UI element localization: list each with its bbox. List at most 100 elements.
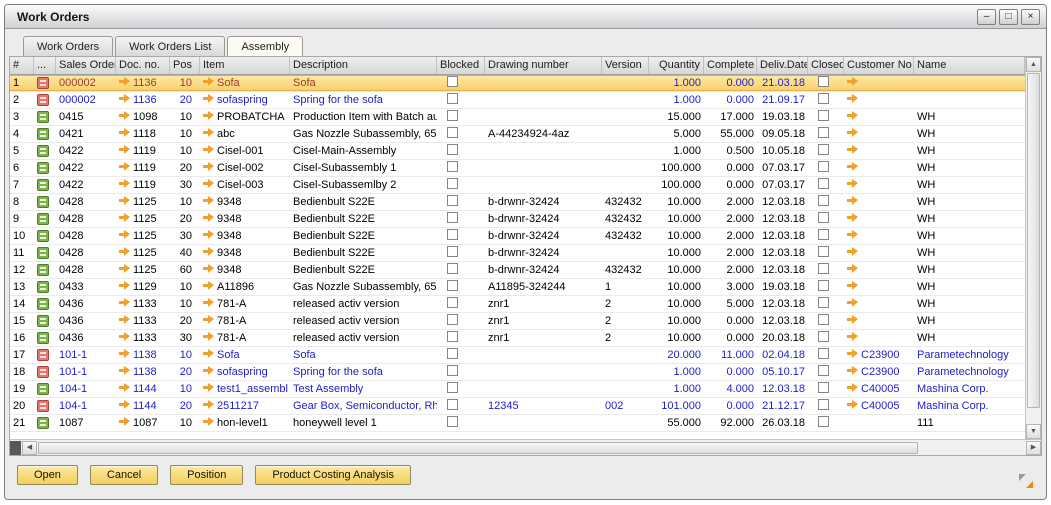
link-arrow-icon[interactable] [203,77,215,86]
link-arrow-icon[interactable] [847,77,859,86]
closed-checkbox[interactable] [818,110,829,121]
blocked-checkbox[interactable] [447,399,458,410]
column-header[interactable]: Version [602,57,649,74]
blocked-checkbox[interactable] [447,382,458,393]
table-row[interactable]: 2000002113620sofaspringSpring for the so… [10,92,1025,109]
table-row[interactable]: 40421111810abcGas Nozzle Subassembly, 65… [10,126,1025,143]
link-arrow-icon[interactable] [203,349,215,358]
table-row[interactable]: 1104281125409348Bedienbult S22Eb-drwnr-3… [10,245,1025,262]
closed-checkbox[interactable] [818,297,829,308]
table-row[interactable]: 211087108710hon-level1honeywell level 15… [10,415,1025,432]
link-arrow-icon[interactable] [847,366,859,375]
blocked-checkbox[interactable] [447,195,458,206]
link-arrow-icon[interactable] [847,179,859,188]
table-row[interactable]: 60422111920Cisel-002Cisel-Subassembly 11… [10,160,1025,177]
cancel-button[interactable]: Cancel [90,465,158,485]
column-header[interactable]: ... [34,57,56,74]
horizontal-scroll-thumb[interactable] [38,442,918,454]
link-arrow-icon[interactable] [203,111,215,120]
column-header[interactable]: Quantity [649,57,704,74]
link-arrow-icon[interactable] [203,179,215,188]
closed-checkbox[interactable] [818,314,829,325]
column-header[interactable]: Name [914,57,1025,74]
closed-checkbox[interactable] [818,382,829,393]
blocked-checkbox[interactable] [447,229,458,240]
link-arrow-icon[interactable] [119,264,131,273]
closed-checkbox[interactable] [818,195,829,206]
expand-grid-icon[interactable] [1019,474,1033,488]
tab-work-orders[interactable]: Work Orders [23,36,113,56]
table-row[interactable]: 20104-11144202511217Gear Box, Semiconduc… [10,398,1025,415]
link-arrow-icon[interactable] [847,94,859,103]
blocked-checkbox[interactable] [447,127,458,138]
blocked-checkbox[interactable] [447,161,458,172]
link-arrow-icon[interactable] [203,400,215,409]
link-arrow-icon[interactable] [119,94,131,103]
closed-checkbox[interactable] [818,144,829,155]
link-arrow-icon[interactable] [847,111,859,120]
closed-checkbox[interactable] [818,127,829,138]
vertical-scrollbar[interactable]: ▲ ▼ [1025,57,1041,439]
link-arrow-icon[interactable] [119,383,131,392]
table-row[interactable]: 50422111910Cisel-001Cisel-Main-Assembly1… [10,143,1025,160]
link-arrow-icon[interactable] [119,230,131,239]
closed-checkbox[interactable] [818,76,829,87]
blocked-checkbox[interactable] [447,280,458,291]
link-arrow-icon[interactable] [203,247,215,256]
link-arrow-icon[interactable] [203,366,215,375]
link-arrow-icon[interactable] [203,213,215,222]
link-arrow-icon[interactable] [119,162,131,171]
blocked-checkbox[interactable] [447,365,458,376]
column-header[interactable]: Deliv.Date [757,57,808,74]
link-arrow-icon[interactable] [119,247,131,256]
column-header[interactable]: Complete [704,57,757,74]
column-header[interactable]: Item [200,57,290,74]
closed-checkbox[interactable] [818,212,829,223]
closed-checkbox[interactable] [818,416,829,427]
vertical-scroll-thumb[interactable] [1027,73,1040,408]
horizontal-scroll-track[interactable] [919,442,1026,454]
link-arrow-icon[interactable] [119,77,131,86]
closed-checkbox[interactable] [818,365,829,376]
column-header[interactable]: Description [290,57,437,74]
link-arrow-icon[interactable] [119,128,131,137]
closed-checkbox[interactable] [818,229,829,240]
table-row[interactable]: 804281125109348Bedienbult S22Eb-drwnr-32… [10,194,1025,211]
scroll-right-icon[interactable]: ▶ [1026,441,1041,455]
link-arrow-icon[interactable] [847,383,859,392]
product-costing-analysis-button[interactable]: Product Costing Analysis [255,465,411,485]
blocked-checkbox[interactable] [447,144,458,155]
column-header[interactable]: Sales Order [56,57,116,74]
horizontal-scrollbar[interactable]: ◀ ▶ [10,439,1041,455]
closed-checkbox[interactable] [818,161,829,172]
closed-checkbox[interactable] [818,263,829,274]
link-arrow-icon[interactable] [203,281,215,290]
blocked-checkbox[interactable] [447,246,458,257]
link-arrow-icon[interactable] [119,417,131,426]
link-arrow-icon[interactable] [203,230,215,239]
link-arrow-icon[interactable] [119,145,131,154]
link-arrow-icon[interactable] [203,128,215,137]
link-arrow-icon[interactable] [847,230,859,239]
blocked-checkbox[interactable] [447,76,458,87]
tab-work-orders-list[interactable]: Work Orders List [115,36,225,56]
link-arrow-icon[interactable] [847,349,859,358]
column-header[interactable]: Pos [170,57,200,74]
link-arrow-icon[interactable] [203,196,215,205]
link-arrow-icon[interactable] [847,264,859,273]
table-row[interactable]: 17101-1113810SofaSofa20.00011.00002.04.1… [10,347,1025,364]
link-arrow-icon[interactable] [847,196,859,205]
table-row[interactable]: 1004281125309348Bedienbult S22Eb-drwnr-3… [10,228,1025,245]
closed-checkbox[interactable] [818,348,829,359]
position-button[interactable]: Position [170,465,243,485]
maximize-icon[interactable]: □ [999,9,1018,25]
link-arrow-icon[interactable] [119,349,131,358]
link-arrow-icon[interactable] [119,196,131,205]
closed-checkbox[interactable] [818,93,829,104]
link-arrow-icon[interactable] [847,162,859,171]
link-arrow-icon[interactable] [203,145,215,154]
scroll-up-icon[interactable]: ▲ [1026,57,1041,72]
link-arrow-icon[interactable] [119,366,131,375]
link-arrow-icon[interactable] [847,145,859,154]
link-arrow-icon[interactable] [847,298,859,307]
